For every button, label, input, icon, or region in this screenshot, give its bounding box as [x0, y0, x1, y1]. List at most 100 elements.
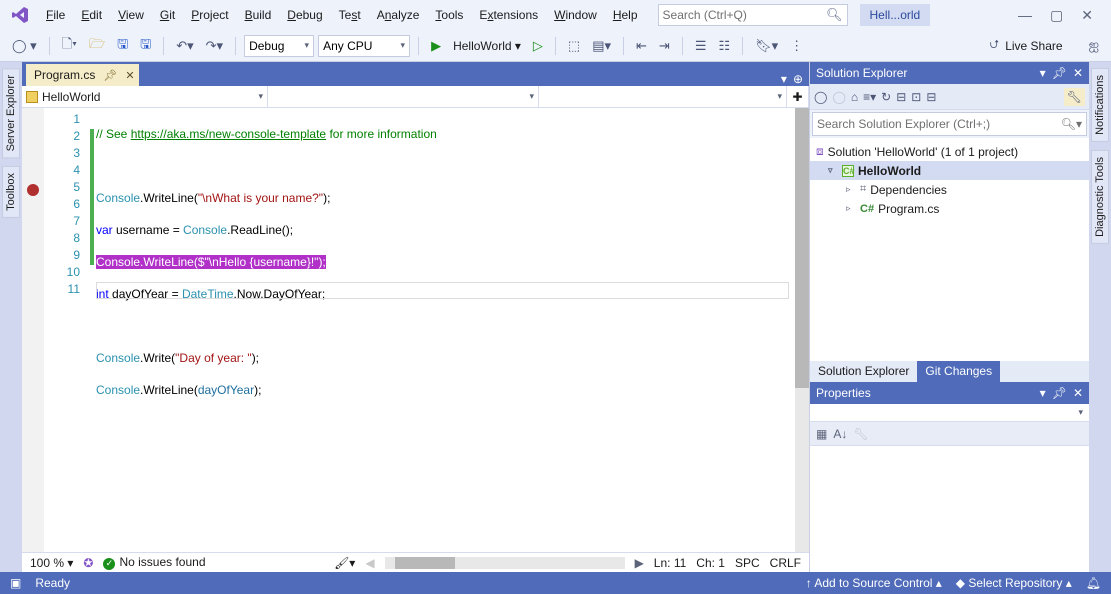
tb-icon-5[interactable]: ☰	[691, 36, 711, 56]
categorize-icon[interactable]: ▦	[816, 427, 827, 441]
menu-debug[interactable]: Debug	[279, 4, 330, 26]
tb-icon-3[interactable]: ⇤	[632, 36, 651, 56]
tree-solution[interactable]: ⧈Solution 'HelloWorld' (1 of 1 project)	[810, 142, 1089, 161]
output-icon[interactable]: ▣	[10, 576, 21, 590]
menu-git[interactable]: Git	[152, 4, 183, 26]
undo-button[interactable]: ↶▾	[172, 36, 197, 56]
tb-icon-4[interactable]: ⇥	[655, 36, 674, 56]
zoom-level[interactable]: 100 % ▾	[30, 556, 73, 570]
tab-solution-explorer[interactable]: Solution Explorer	[810, 361, 917, 382]
start-nodbg-button[interactable]: ▷	[529, 36, 547, 56]
toolbox-tab[interactable]: Toolbox	[2, 166, 20, 218]
spc-indicator[interactable]: SPC	[735, 556, 760, 570]
col-indicator[interactable]: Ch: 1	[696, 556, 725, 570]
minimize-button[interactable]: —	[1018, 7, 1032, 24]
tab-pin-icon[interactable]: ⊕	[793, 72, 803, 86]
intellicode-icon[interactable]: ✪	[83, 556, 93, 570]
pane-menu-icon[interactable]: ▾	[1040, 66, 1046, 80]
tb-icon-7[interactable]: 🔖︎▾	[751, 36, 782, 56]
tree-dependencies[interactable]: ▹⌗Dependencies	[810, 180, 1089, 199]
tree-project[interactable]: ▿C#HelloWorld	[810, 161, 1089, 180]
pin-icon[interactable]: 📌︎	[103, 69, 117, 82]
horizontal-scrollbar[interactable]	[385, 557, 625, 569]
feedback-button[interactable]: ஐ	[1085, 35, 1103, 56]
se-wrench-icon[interactable]: 🔧︎	[1064, 88, 1085, 106]
start-debug-button[interactable]: ▶	[427, 36, 445, 56]
properties-grid[interactable]	[810, 446, 1089, 572]
right-pane: Solution Explorer ▾📌︎✕ ◯◯ ⌂ ≡▾ ↻ ⊟ ⊡ ⊟ 🔧…	[809, 62, 1089, 572]
pane-close-icon[interactable]: ✕	[1073, 386, 1083, 400]
menu-window[interactable]: Window	[546, 4, 605, 26]
tb-icon-1[interactable]: ⬚	[564, 36, 584, 56]
diagnostic-tools-tab[interactable]: Diagnostic Tools	[1091, 150, 1109, 244]
se-switch-icon[interactable]: ≡▾	[863, 90, 876, 104]
menu-test[interactable]: Test	[331, 4, 369, 26]
save-button[interactable]: 🖫	[113, 33, 132, 59]
server-explorer-tab[interactable]: Server Explorer	[2, 68, 20, 158]
source-control-button[interactable]: ↑ Add to Source Control ▴	[806, 576, 942, 590]
se-show-icon[interactable]: ⊡	[911, 90, 921, 104]
se-sync-icon[interactable]: ↻	[881, 90, 891, 104]
solution-explorer-search[interactable]: Search Solution Explorer (Ctrl+;) 🔍︎▾	[812, 112, 1087, 136]
ready-label: Ready	[35, 576, 70, 590]
new-item-button[interactable]: 🗋▾	[58, 33, 81, 59]
pane-menu-icon[interactable]: ▾	[1040, 386, 1046, 400]
run-target-label[interactable]: HelloWorld ▾	[449, 39, 525, 53]
split-button[interactable]: ✚	[787, 86, 809, 107]
notifications-tab[interactable]: Notifications	[1091, 68, 1109, 142]
pane-close-icon[interactable]: ✕	[1073, 66, 1083, 80]
menu-extensions[interactable]: Extensions	[471, 4, 546, 26]
nav-project-dropdown[interactable]: HelloWorld▾	[22, 86, 268, 107]
redo-button[interactable]: ↷▾	[202, 36, 227, 56]
menu-analyze[interactable]: Analyze	[369, 4, 428, 26]
document-tab[interactable]: Program.cs 📌︎ ✕	[26, 64, 139, 86]
issues-status[interactable]: ✓No issues found	[103, 555, 205, 570]
tree-file[interactable]: ▹C#Program.cs	[810, 199, 1089, 218]
tab-git-changes[interactable]: Git Changes	[917, 361, 1000, 382]
brush-icon[interactable]: 🖌︎▾	[334, 556, 355, 570]
tb-icon-6[interactable]: ☷	[714, 36, 734, 56]
line-indicator[interactable]: Ln: 11	[654, 556, 686, 570]
se-home-icon[interactable]: ⌂	[851, 90, 858, 104]
se-back-icon[interactable]: ◯	[814, 90, 827, 104]
solution-tree[interactable]: ⧈Solution 'HelloWorld' (1 of 1 project) …	[810, 138, 1089, 361]
pane-pin-icon[interactable]: 📌︎	[1052, 386, 1067, 400]
open-button[interactable]: 🗁	[85, 33, 109, 59]
csharp-project-icon: C#	[842, 165, 854, 177]
menu-view[interactable]: View	[110, 4, 152, 26]
nav-back-button[interactable]: ◯ ▾	[8, 36, 41, 56]
select-repo-button[interactable]: ◆ Select Repository ▴	[956, 576, 1072, 590]
code-content[interactable]: // See https://aka.ms/new-console-templa…	[96, 108, 809, 552]
menu-edit[interactable]: Edit	[73, 4, 110, 26]
tab-overflow-icon[interactable]: ▾	[781, 72, 787, 86]
tb-icon-2[interactable]: ▤▾	[588, 36, 615, 56]
search-input[interactable]: Search (Ctrl+Q) 🔍︎	[658, 4, 848, 26]
menu-project[interactable]: Project	[183, 4, 236, 26]
config-dropdown[interactable]: Debug▾	[244, 35, 314, 57]
menu-help[interactable]: Help	[605, 4, 646, 26]
account-button[interactable]: Hell...orld	[860, 4, 931, 26]
left-dock: Server Explorer Toolbox	[0, 62, 22, 572]
vertical-scrollbar[interactable]	[795, 108, 809, 552]
save-all-button[interactable]: 🖫	[136, 33, 155, 59]
menu-tools[interactable]: Tools	[427, 4, 471, 26]
tb-icon-8[interactable]: ⋮	[786, 36, 807, 56]
pane-pin-icon[interactable]: 📌︎	[1052, 66, 1067, 80]
breakpoint-gutter[interactable]	[22, 108, 44, 552]
maximize-button[interactable]: ▢	[1050, 7, 1063, 24]
code-editor[interactable]: 1234567891011 // See https://aka.ms/new-…	[22, 108, 809, 552]
se-collapse-icon[interactable]: ⊟	[926, 90, 936, 104]
se-filter-icon[interactable]: ⊟	[896, 90, 906, 104]
crlf-indicator[interactable]: CRLF	[770, 556, 801, 570]
platform-dropdown[interactable]: Any CPU▾	[318, 35, 410, 57]
close-button[interactable]: ✕	[1081, 7, 1093, 24]
sort-icon[interactable]: A↓	[833, 427, 847, 441]
close-tab-icon[interactable]: ✕	[125, 69, 134, 82]
live-share-button[interactable]: ⮍ Live Share	[990, 35, 1063, 56]
nav-type-dropdown[interactable]: ▾	[268, 86, 539, 107]
breakpoint-icon[interactable]	[27, 184, 39, 196]
menu-build[interactable]: Build	[237, 4, 280, 26]
menu-file[interactable]: File	[38, 4, 73, 26]
nav-member-dropdown[interactable]: ▾	[539, 86, 787, 107]
bell-icon[interactable]: 🔔︎	[1086, 576, 1101, 590]
